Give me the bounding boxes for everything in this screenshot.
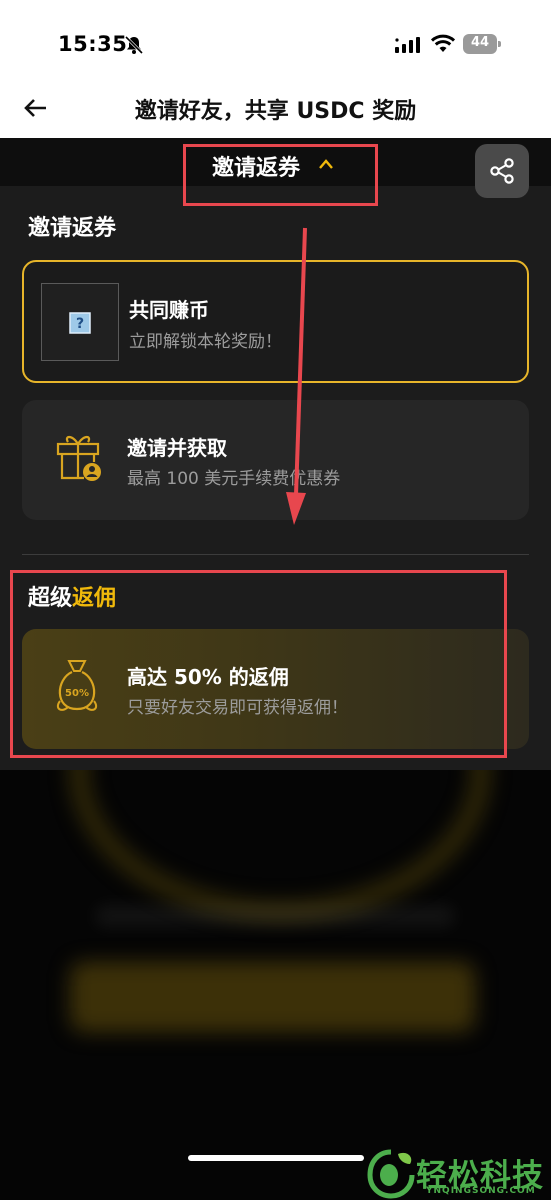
status-bar: 15:35 44 [0, 0, 551, 90]
section-title-main: 超级 [28, 586, 73, 611]
invite-and-get-card[interactable]: 邀请并获取 最高 100 美元手续费优惠券 [22, 400, 529, 520]
section-title-accent: 返佣 [72, 586, 117, 611]
card-title: 邀请并获取 [127, 436, 227, 460]
rebate-card[interactable]: 50% 高达 50% 的返佣 只要好友交易即可获得返佣！ [22, 629, 529, 749]
section-divider [22, 554, 529, 555]
wifi-icon [431, 34, 455, 52]
watermark-subtext: YNQINGSONG.COM [426, 1186, 536, 1196]
bell-muted-icon [124, 35, 144, 55]
rebate-percent-label: 50% [65, 688, 89, 699]
missing-image-icon: ? [69, 312, 91, 334]
card-title: 高达 50% 的返佣 [127, 665, 289, 689]
card-title: 共同赚币 [129, 298, 209, 322]
card-subtitle: 只要好友交易即可获得返佣！ [127, 698, 348, 718]
watermark-logo-icon [367, 1149, 415, 1199]
gift-icon [56, 435, 101, 481]
share-icon [490, 158, 514, 184]
battery-icon: 44 [463, 34, 501, 54]
site-watermark: 轻松科技 YNQINGSONG.COM [366, 1148, 551, 1200]
share-button[interactable] [475, 144, 529, 198]
invite-coupons-section-title: 邀请返券 [28, 216, 117, 241]
status-time: 15:35 [58, 32, 128, 56]
super-rebate-section-title: 超级返佣 [28, 580, 116, 612]
money-bag-icon: 50% [56, 660, 98, 711]
blurred-ring [70, 770, 490, 920]
home-indicator[interactable] [188, 1155, 364, 1161]
tab-invite-coupons[interactable]: 邀请返券 [212, 150, 300, 182]
card-subtitle: 立即解锁本轮奖励！ [129, 332, 282, 352]
chevron-up-icon[interactable] [318, 158, 334, 170]
earn-together-card[interactable]: ? 共同赚币 立即解锁本轮奖励！ [22, 260, 529, 383]
page-title: 邀请好友，共享 USDC 奖励 [134, 99, 417, 124]
invite-dropdown-panel: 邀请返券 邀请返券 ? 共同赚币 立即解锁本轮奖励！ 邀请并获取 最高 100 … [0, 138, 551, 770]
blurred-background [0, 770, 551, 1200]
card-subtitle: 最高 100 美元手续费优惠券 [127, 469, 341, 489]
battery-level: 44 [470, 35, 490, 50]
reward-image-placeholder: ? [41, 283, 119, 361]
cellular-signal-icon [395, 37, 420, 53]
svg-text:?: ? [76, 316, 84, 332]
page-header: 邀请好友，共享 USDC 奖励 [0, 90, 551, 138]
blurred-text [95, 905, 455, 927]
tab-bar: 邀请返券 [0, 138, 551, 186]
blurred-button [70, 962, 475, 1032]
